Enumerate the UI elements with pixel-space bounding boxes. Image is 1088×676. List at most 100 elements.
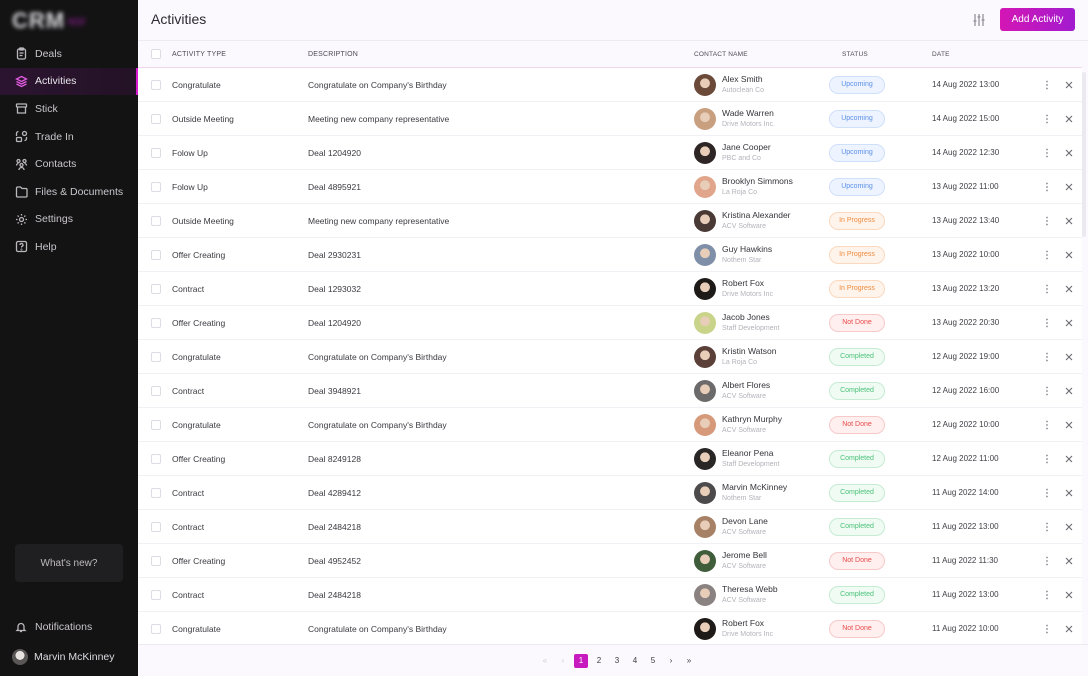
- contact-cell[interactable]: Kathryn Murphy ACV Software: [694, 413, 829, 436]
- table-row[interactable]: Congratulate Congratulate on Company's Bi…: [138, 340, 1082, 374]
- table-row[interactable]: Folow Up Deal 4895921 Brooklyn Simmons La R…: [138, 170, 1082, 204]
- table-row[interactable]: Offer Creating Deal 1204920 Jacob Jones Sta…: [138, 306, 1082, 340]
- row-checkbox[interactable]: [151, 351, 161, 362]
- more-options-icon[interactable]: [1042, 590, 1052, 600]
- table-row[interactable]: Congratulate Congratulate on Company's Bi…: [138, 68, 1082, 102]
- row-checkbox[interactable]: [151, 385, 161, 396]
- table-row[interactable]: Contract Deal 2484218 Theresa Webb ACV Soft…: [138, 578, 1082, 612]
- last-page-button[interactable]: »: [682, 654, 696, 668]
- whats-new-button[interactable]: What's new?: [15, 544, 123, 582]
- row-checkbox[interactable]: [151, 113, 161, 124]
- table-row[interactable]: Folow Up Deal 1204920 Jane Cooper PBC and C…: [138, 136, 1082, 170]
- close-icon[interactable]: [1064, 488, 1074, 498]
- sidebar-item-stick[interactable]: Stick: [0, 95, 138, 123]
- table-row[interactable]: Congratulate Congratulate on Company's Bi…: [138, 612, 1082, 644]
- sidebar-item-help[interactable]: Help: [0, 233, 138, 261]
- first-page-button[interactable]: «: [538, 654, 552, 668]
- row-checkbox[interactable]: [151, 419, 161, 430]
- close-icon[interactable]: [1064, 148, 1074, 158]
- page-4-button[interactable]: 4: [628, 654, 642, 668]
- close-icon[interactable]: [1064, 216, 1074, 226]
- table-scrollbar[interactable]: [1082, 72, 1086, 237]
- close-icon[interactable]: [1064, 80, 1074, 90]
- table-row[interactable]: Contract Deal 4289412 Marvin McKinney Nothe…: [138, 476, 1082, 510]
- column-header-contact-name[interactable]: CONTACT NAME: [694, 51, 829, 58]
- row-checkbox[interactable]: [151, 487, 161, 498]
- row-checkbox[interactable]: [151, 317, 161, 328]
- contact-cell[interactable]: Wade Warren Drive Motors Inc.: [694, 107, 829, 130]
- table-row[interactable]: Offer Creating Deal 4952452 Jerome Bell ACV…: [138, 544, 1082, 578]
- column-header-description[interactable]: DESCRIPTION: [308, 51, 694, 58]
- row-checkbox[interactable]: [151, 589, 161, 600]
- column-header-date[interactable]: DATE: [932, 51, 1036, 58]
- more-options-icon[interactable]: [1042, 522, 1052, 532]
- contact-cell[interactable]: Jane Cooper PBC and Co: [694, 141, 829, 164]
- more-options-icon[interactable]: [1042, 182, 1052, 192]
- filter-settings-button[interactable]: [971, 12, 987, 28]
- contact-cell[interactable]: Brooklyn Simmons La Roja Co: [694, 175, 829, 198]
- more-options-icon[interactable]: [1042, 556, 1052, 566]
- contact-cell[interactable]: Robert Fox Drive Motors Inc: [694, 617, 829, 640]
- table-row[interactable]: Outside Meeting Meeting new company repre…: [138, 102, 1082, 136]
- contact-cell[interactable]: Theresa Webb ACV Software: [694, 583, 829, 606]
- close-icon[interactable]: [1064, 386, 1074, 396]
- more-options-icon[interactable]: [1042, 216, 1052, 226]
- close-icon[interactable]: [1064, 284, 1074, 294]
- contact-cell[interactable]: Eleanor Pena Staff Development: [694, 447, 829, 470]
- row-checkbox[interactable]: [151, 215, 161, 226]
- page-3-button[interactable]: 3: [610, 654, 624, 668]
- contact-cell[interactable]: Jacob Jones Staff Development: [694, 311, 829, 334]
- row-checkbox[interactable]: [151, 283, 161, 294]
- page-2-button[interactable]: 2: [592, 654, 606, 668]
- close-icon[interactable]: [1064, 318, 1074, 328]
- close-icon[interactable]: [1064, 556, 1074, 566]
- contact-cell[interactable]: Marvin McKinney Nothem Star: [694, 481, 829, 504]
- more-options-icon[interactable]: [1042, 352, 1052, 362]
- row-checkbox[interactable]: [151, 521, 161, 532]
- close-icon[interactable]: [1064, 522, 1074, 532]
- row-checkbox[interactable]: [151, 181, 161, 192]
- row-checkbox[interactable]: [151, 453, 161, 464]
- close-icon[interactable]: [1064, 250, 1074, 260]
- user-profile[interactable]: Marvin McKinney: [12, 649, 115, 665]
- table-row[interactable]: Offer Creating Deal 8249128 Eleanor Pena St…: [138, 442, 1082, 476]
- more-options-icon[interactable]: [1042, 624, 1052, 634]
- table-row[interactable]: Contract Deal 2484218 Devon Lane ACV Softwa…: [138, 510, 1082, 544]
- contact-cell[interactable]: Jerome Bell ACV Software: [694, 549, 829, 572]
- more-options-icon[interactable]: [1042, 386, 1052, 396]
- row-checkbox[interactable]: [151, 555, 161, 566]
- sidebar-item-settings[interactable]: Settings: [0, 206, 138, 234]
- row-checkbox[interactable]: [151, 79, 161, 90]
- sidebar-item-trade-in[interactable]: Trade In: [0, 123, 138, 151]
- close-icon[interactable]: [1064, 114, 1074, 124]
- more-options-icon[interactable]: [1042, 114, 1052, 124]
- sidebar-item-files-and-documents[interactable]: Files & Documents: [0, 178, 138, 206]
- column-header-activity-type[interactable]: ACTIVITY TYPE: [172, 51, 308, 58]
- sidebar-item-deals[interactable]: Deals: [0, 40, 138, 68]
- prev-page-button[interactable]: ‹: [556, 654, 570, 668]
- select-all-checkbox[interactable]: [151, 49, 161, 59]
- next-page-button[interactable]: ›: [664, 654, 678, 668]
- contact-cell[interactable]: Robert Fox Drive Motors Inc: [694, 277, 829, 300]
- row-checkbox[interactable]: [151, 249, 161, 260]
- close-icon[interactable]: [1064, 590, 1074, 600]
- more-options-icon[interactable]: [1042, 250, 1052, 260]
- notifications-link[interactable]: Notifications: [15, 621, 92, 633]
- close-icon[interactable]: [1064, 352, 1074, 362]
- close-icon[interactable]: [1064, 624, 1074, 634]
- table-row[interactable]: Outside Meeting Meeting new company repre…: [138, 204, 1082, 238]
- more-options-icon[interactable]: [1042, 488, 1052, 498]
- app-logo[interactable]: CRM app: [12, 8, 85, 33]
- table-row[interactable]: Contract Deal 3948921 Albert Flores ACV Sof…: [138, 374, 1082, 408]
- table-row[interactable]: Offer Creating Deal 2930231 Guy Hawkins Not…: [138, 238, 1082, 272]
- row-checkbox[interactable]: [151, 623, 161, 634]
- contact-cell[interactable]: Albert Flores ACV Software: [694, 379, 829, 402]
- page-5-button[interactable]: 5: [646, 654, 660, 668]
- column-header-status[interactable]: STATUS: [829, 51, 932, 58]
- more-options-icon[interactable]: [1042, 284, 1052, 294]
- contact-cell[interactable]: Guy Hawkins Nothem Star: [694, 243, 829, 266]
- close-icon[interactable]: [1064, 420, 1074, 430]
- contact-cell[interactable]: Devon Lane ACV Software: [694, 515, 829, 538]
- page-1-button[interactable]: 1: [574, 653, 588, 668]
- more-options-icon[interactable]: [1042, 454, 1052, 464]
